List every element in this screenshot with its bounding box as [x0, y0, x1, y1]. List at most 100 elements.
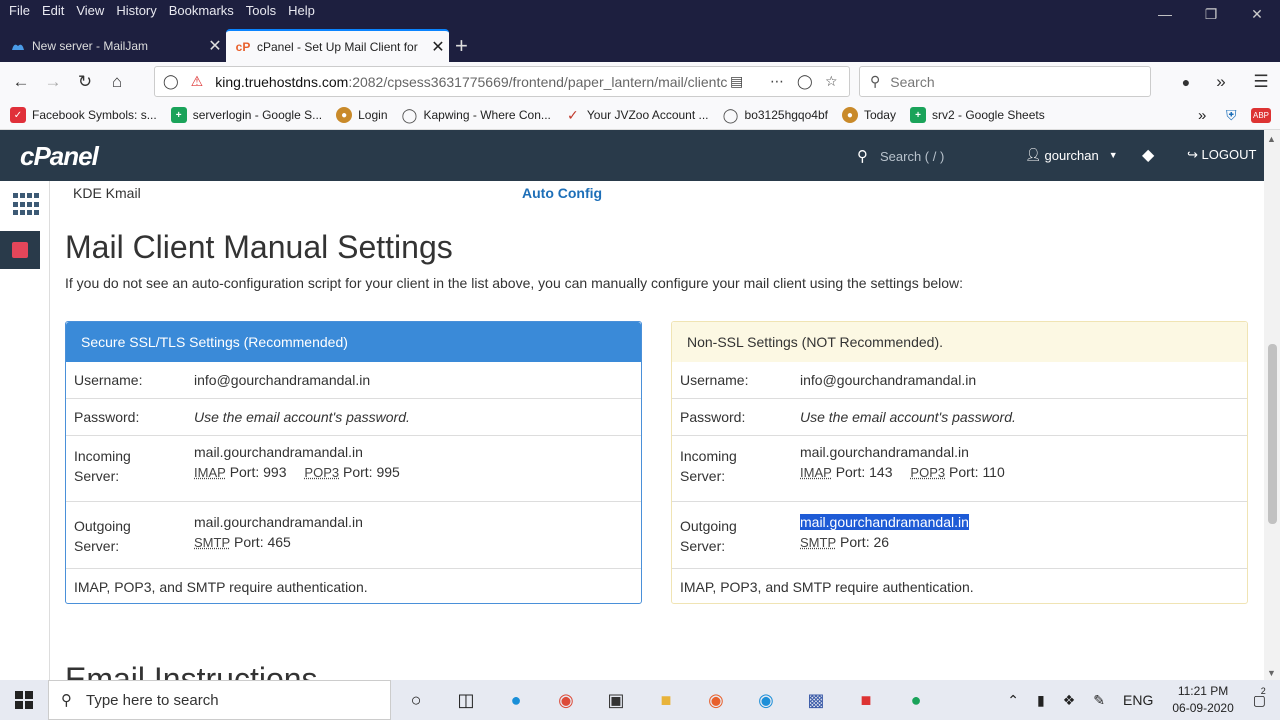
page-scrollbar[interactable]: ▲ ▼ — [1264, 130, 1280, 680]
notifications-icon[interactable]: ▢ 2 — [1253, 686, 1266, 709]
bookmark-item[interactable]: + serverlogin - Google S... — [170, 107, 322, 123]
url-bar[interactable]: ◯ ⚠ king.truehostdns.com:2082/cpsess3631… — [154, 66, 850, 97]
password-value: Use the email account's password. — [800, 409, 1016, 425]
outgoing-host-selected[interactable]: mail.gourchandramandal.in — [800, 514, 969, 530]
page-actions-icon[interactable]: ⋯ — [770, 73, 784, 90]
shield-icon[interactable]: ◯ — [163, 73, 179, 90]
tray-chevron-icon[interactable]: ⌃ — [1007, 692, 1019, 709]
close-tab-icon[interactable]: ✕ — [427, 37, 449, 57]
network-app-icon[interactable]: ▩ — [791, 680, 841, 720]
forward-icon[interactable]: → — [37, 66, 69, 98]
windows-taskbar: ⚲ Type here to search ○ ◫ ● ◉ ▣ ■ ◉ ◉ ▩ … — [0, 680, 1280, 720]
bookmark-item[interactable]: + srv2 - Google Sheets — [909, 107, 1045, 123]
bookmark-item[interactable]: ✓ Facebook Symbols: s... — [10, 107, 157, 123]
whatsapp-icon[interactable]: ● — [891, 680, 941, 720]
search-icon: ⚲ — [870, 73, 881, 89]
cpanel-search-input[interactable]: ⚲ Search ( / ) — [857, 147, 944, 165]
email-instructions-heading: Email Instructions — [65, 661, 318, 680]
imap-label: IMAP — [800, 465, 832, 480]
pen-icon[interactable]: ✎ — [1093, 692, 1105, 709]
tab-cpanel[interactable]: cP cPanel - Set Up Mail Client for ✕ — [226, 29, 449, 62]
firefox-icon[interactable]: ◉ — [691, 680, 741, 720]
auth-note-row: IMAP, POP3, and SMTP require authenticat… — [672, 569, 1247, 605]
logout-button[interactable]: ↪ LOGOUT — [1187, 147, 1256, 163]
bookmark-label: Kapwing - Where Con... — [423, 108, 551, 122]
new-tab-icon[interactable]: + — [455, 33, 468, 59]
bookmark-label: Your JVZoo Account ... — [586, 108, 709, 122]
tab-label: New server - MailJam — [32, 38, 149, 53]
edge-icon[interactable]: ◉ — [741, 680, 791, 720]
kde-kmail-label: KDE Kmail — [73, 185, 141, 201]
skype-icon[interactable]: ● — [491, 680, 541, 720]
incoming-server-label: Incoming Server: — [680, 448, 737, 484]
menu-file[interactable]: File — [6, 3, 39, 18]
auth-note: IMAP, POP3, and SMTP require authenticat… — [680, 579, 974, 595]
bookmark-item[interactable]: ◯ Kapwing - Where Con... — [402, 107, 551, 123]
auto-config-link[interactable]: Auto Config — [522, 185, 602, 201]
menu-edit[interactable]: Edit — [39, 3, 73, 18]
login-favicon-icon: ● — [336, 107, 353, 123]
bookmark-star-icon[interactable]: ☆ — [825, 73, 838, 90]
insecure-lock-icon[interactable]: ⚠ — [191, 73, 204, 90]
clock-date: 06-09-2020 — [1172, 701, 1234, 715]
smtp-label: SMTP — [800, 535, 837, 550]
close-tab-icon[interactable]: ✕ — [204, 36, 226, 56]
sheets-icon: + — [170, 107, 187, 123]
menu-help[interactable]: Help — [285, 3, 324, 18]
scroll-down-icon[interactable]: ▼ — [1267, 668, 1276, 678]
more-bookmarks-chevron-icon[interactable]: » — [1198, 107, 1206, 124]
home-icon[interactable]: ⌂ — [101, 66, 133, 98]
menu-view[interactable]: View — [73, 3, 113, 18]
panel-heading: Secure SSL/TLS Settings (Recommended) — [66, 322, 641, 362]
bookmark-label: Login — [358, 108, 388, 122]
store-icon[interactable]: ▣ — [591, 680, 641, 720]
password-row: Password: Use the email account's passwo… — [66, 399, 641, 436]
username-value: info@gourchandramandal.in — [194, 372, 371, 388]
dropbox-icon[interactable]: ❖ — [1063, 692, 1076, 709]
username-label: gourchan — [1044, 147, 1099, 163]
search-icon: ⚲ — [61, 692, 72, 709]
username-row: Username: info@gourchandramandal.in — [672, 362, 1247, 399]
hamburger-menu-icon[interactable]: ☰ — [1245, 66, 1277, 98]
file-explorer-icon[interactable]: ■ — [641, 680, 691, 720]
reload-icon[interactable]: ↻ — [69, 66, 101, 98]
adblock-icon[interactable]: ABP — [1251, 107, 1272, 123]
overflow-chevron-icon[interactable]: » — [1205, 66, 1237, 98]
taskbar-search-input[interactable]: ⚲ Type here to search — [48, 680, 391, 720]
navigation-bar: ← → ↻ ⌂ ◯ ⚠ king.truehostdns.com:2082/cp… — [0, 62, 1280, 101]
cpanel-logo[interactable]: cPanel — [20, 141, 99, 172]
apps-grid-icon[interactable] — [13, 193, 41, 217]
extension-icon[interactable]: ● — [1170, 66, 1202, 98]
office-icon[interactable]: ■ — [841, 680, 891, 720]
taskbar-search-placeholder: Type here to search — [86, 691, 219, 709]
scroll-up-icon[interactable]: ▲ — [1267, 134, 1276, 144]
menu-history[interactable]: History — [113, 3, 165, 18]
cortana-icon[interactable]: ○ — [391, 680, 441, 720]
left-sidebar — [0, 181, 50, 680]
logout-icon: ↪ — [1187, 147, 1198, 162]
bell-icon[interactable]: ◆ — [1142, 145, 1154, 165]
menu-tools[interactable]: Tools — [243, 3, 285, 18]
bookmark-item[interactable]: ● Today — [841, 107, 896, 123]
task-view-icon[interactable]: ◫ — [441, 680, 491, 720]
clock[interactable]: 11:21 PM 06-09-2020 — [1172, 683, 1233, 717]
browser-search-input[interactable]: ⚲ Search — [859, 66, 1151, 97]
pocket-icon[interactable]: ◯ — [797, 73, 813, 90]
scrollbar-thumb[interactable] — [1268, 344, 1277, 524]
user-icon: 👤︎ — [1025, 147, 1042, 162]
bookmark-item[interactable]: ● Login — [336, 107, 388, 123]
shield-extension-icon[interactable]: ⛨ — [1226, 107, 1237, 124]
user-menu[interactable]: 👤︎ gourchan ▼ — [1025, 147, 1118, 163]
windows-start-button[interactable] — [0, 680, 48, 720]
menu-bookmarks[interactable]: Bookmarks — [166, 3, 243, 18]
notification-count: 2 — [1260, 685, 1266, 696]
sidebar-active-item[interactable] — [0, 231, 40, 269]
back-icon[interactable]: ← — [5, 66, 37, 98]
battery-icon[interactable]: ▮ — [1037, 692, 1045, 709]
bookmark-item[interactable]: ✓ Your JVZoo Account ... — [565, 107, 709, 123]
bookmark-item[interactable]: ◯ bo3125hgqo4bf — [723, 107, 828, 123]
tab-mailjam[interactable]: New server - MailJam ✕ — [0, 29, 226, 62]
reader-view-icon[interactable]: ▤ — [730, 73, 743, 90]
chrome-icon[interactable]: ◉ — [541, 680, 591, 720]
language-indicator[interactable]: ENG — [1123, 692, 1153, 708]
